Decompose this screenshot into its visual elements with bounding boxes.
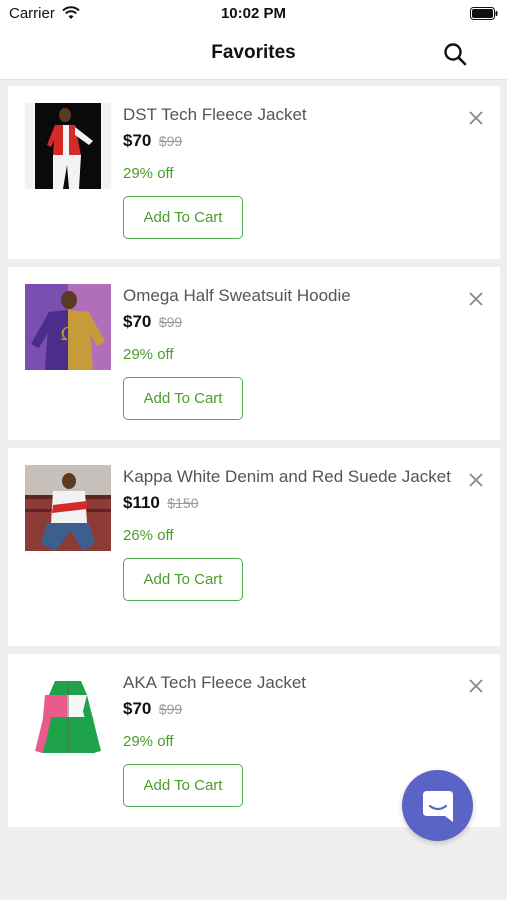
battery-icon xyxy=(470,7,498,20)
discount-label: 29% off xyxy=(123,733,174,750)
close-icon[interactable] xyxy=(466,108,486,128)
close-icon[interactable] xyxy=(466,289,486,309)
status-bar: Carrier 10:02 PM xyxy=(0,0,507,28)
price-row: $110 $150 xyxy=(123,493,199,513)
add-to-cart-button[interactable]: Add To Cart xyxy=(123,764,243,807)
close-icon[interactable] xyxy=(466,470,486,490)
discount-label: 26% off xyxy=(123,527,174,544)
product-price: $110 xyxy=(123,493,160,512)
price-row: $70 $99 xyxy=(123,131,182,151)
favorites-list: DST Tech Fleece Jacket $70 $99 29% off A… xyxy=(8,86,500,835)
original-price: $150 xyxy=(167,495,199,511)
original-price: $99 xyxy=(158,314,183,330)
original-price: $99 xyxy=(158,133,183,149)
product-image[interactable] xyxy=(25,465,111,551)
product-title[interactable]: DST Tech Fleece Jacket xyxy=(123,105,307,125)
close-icon[interactable] xyxy=(466,676,486,696)
product-image[interactable]: Ω xyxy=(25,284,111,370)
product-image[interactable] xyxy=(25,103,111,189)
discount-label: 29% off xyxy=(123,165,174,182)
original-price: $99 xyxy=(158,701,183,717)
chat-icon xyxy=(422,790,453,822)
favorite-card: DST Tech Fleece Jacket $70 $99 29% off A… xyxy=(8,86,500,259)
nav-bar: Favorites xyxy=(0,28,507,80)
favorite-card: Kappa White Denim and Red Suede Jacket $… xyxy=(8,448,500,646)
add-to-cart-button[interactable]: Add To Cart xyxy=(123,377,243,420)
chat-button[interactable] xyxy=(402,770,473,841)
add-to-cart-button[interactable]: Add To Cart xyxy=(123,558,243,601)
search-icon xyxy=(444,43,467,66)
search-button[interactable] xyxy=(440,40,470,68)
price-row: $70 $99 xyxy=(123,312,182,332)
product-image[interactable] xyxy=(25,671,111,757)
add-to-cart-button[interactable]: Add To Cart xyxy=(123,196,243,239)
svg-text:Ω: Ω xyxy=(61,324,76,345)
product-price: $70 xyxy=(123,312,152,331)
product-price: $70 xyxy=(123,699,152,718)
status-time: 10:02 PM xyxy=(220,5,287,22)
favorite-card: Ω Omega Half Sweatsuit Hoodie $70 $99 29… xyxy=(8,267,500,440)
product-title[interactable]: Omega Half Sweatsuit Hoodie xyxy=(123,286,351,306)
product-price: $70 xyxy=(123,131,152,150)
discount-label: 29% off xyxy=(123,346,174,363)
product-title[interactable]: Kappa White Denim and Red Suede Jacket xyxy=(123,467,451,487)
product-title[interactable]: AKA Tech Fleece Jacket xyxy=(123,673,306,693)
page-title: Favorites xyxy=(211,42,296,63)
price-row: $70 $99 xyxy=(123,699,182,719)
